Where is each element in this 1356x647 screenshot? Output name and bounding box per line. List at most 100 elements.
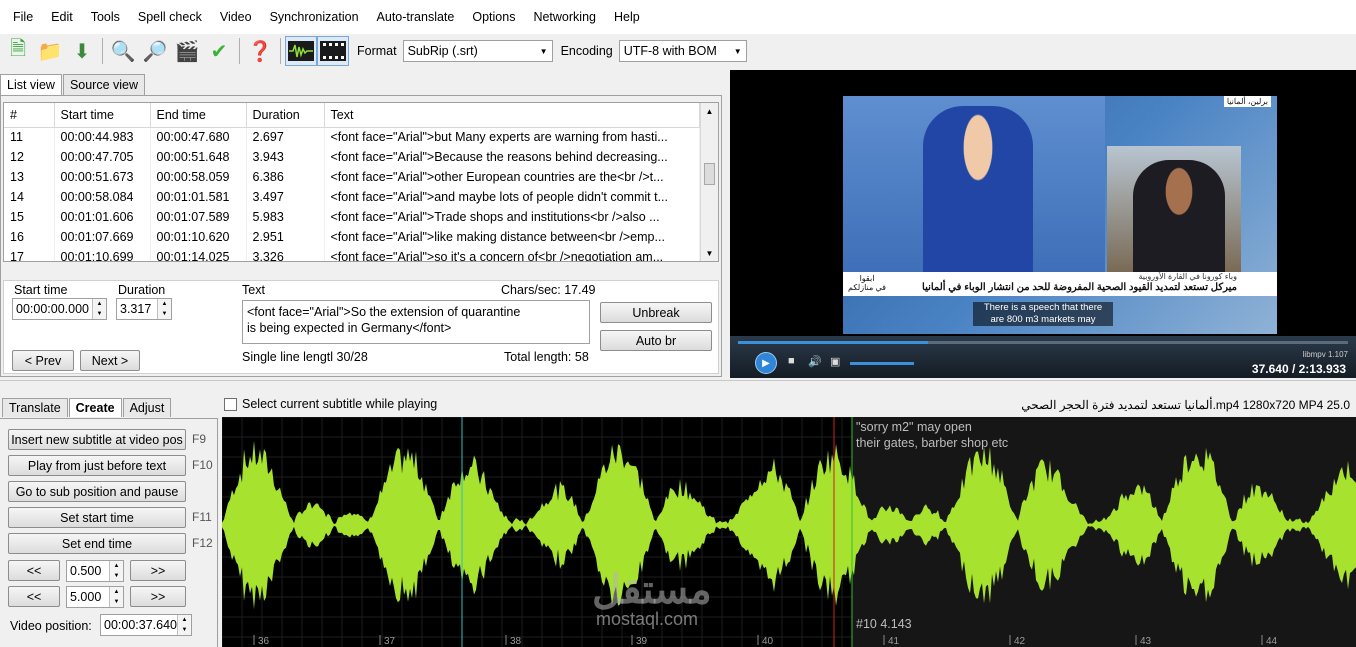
table-row[interactable]: 15 00:01:01.606 00:01:07.589 5.983 <font fac… [4,207,700,227]
scroll-thumb[interactable] [704,163,715,185]
tab-adjust[interactable]: Adjust [122,398,172,417]
time-ruler-label: 37 [384,636,396,647]
menu-auto-translate[interactable]: Auto-translate [368,0,464,34]
fullscreen-icon[interactable]: ▣ [830,355,840,368]
stop-icon[interactable]: ■ [788,355,795,367]
spinner-icon[interactable]: ▲ ▼ [177,615,191,635]
column-header-number[interactable]: # [4,103,55,128]
open-folder-icon[interactable]: 📁 [34,36,66,66]
menu-tools[interactable]: Tools [82,0,129,34]
menu-spell-check[interactable]: Spell check [129,0,211,34]
table-row[interactable]: 13 00:00:51.673 00:00:58.059 6.386 <font fac… [4,167,700,187]
cell-start-time: 00:01:10.699 [54,247,151,261]
text-label: Text [242,283,265,297]
video-position-input[interactable]: 00:00:37.640 ▲ ▼ [100,614,192,636]
table-row[interactable]: 16 00:01:07.669 00:01:10.620 2.951 <font fac… [4,227,700,247]
subtitle-text-line-1: <font face="Arial">So the extension of q… [247,305,521,319]
format-select[interactable]: SubRip (.srt) ▼ [402,40,553,62]
spell-check-icon[interactable]: ✔ [203,36,235,66]
menu-edit[interactable]: Edit [42,0,82,34]
play-before-text-button[interactable]: Play from just before text [8,455,186,476]
video-file-info: ألمانيا تستعد لتمديد فترة الحجر الصحي.mp… [1021,398,1350,412]
chevron-down-icon: ▼ [539,46,548,56]
waveform-toggle-icon[interactable] [285,36,317,66]
replace-icon[interactable]: 🔎 [139,36,171,66]
waveform-canvas[interactable]: 36 37 38 39 40 41 42 43 44 [222,417,1356,647]
help-icon[interactable]: ❓ [244,36,276,66]
search-icon[interactable]: 🔍 [107,36,139,66]
time-ruler-label: 38 [510,636,522,647]
spinner-icon[interactable]: ▲ ▼ [109,561,123,581]
auto-br-button[interactable]: Auto br [600,330,712,351]
cell-duration: 6.386 [246,167,325,187]
cell-number: 11 [4,127,55,147]
prev-button[interactable]: < Prev [12,350,74,371]
menu-options[interactable]: Options [463,0,524,34]
cell-end-time: 00:01:01.581 [150,187,247,207]
scroll-down-icon[interactable]: ▼ [701,245,718,261]
column-header-start-time[interactable]: Start time [54,103,151,128]
table-row[interactable]: 17 00:01:10.699 00:01:14.025 3.326 <font fac… [4,247,700,261]
watermark: مستقل [592,568,712,612]
insert-new-subtitle-button[interactable]: Insert new subtitle at video pos [8,429,186,450]
video-toggle-icon[interactable] [317,36,349,66]
scroll-up-icon[interactable]: ▲ [701,103,718,119]
column-header-text[interactable]: Text [324,103,700,128]
tab-translate[interactable]: Translate [2,398,68,417]
tab-list-view[interactable]: List view [0,74,62,96]
table-row[interactable]: 11 00:00:44.983 00:00:47.680 2.697 <font fac… [4,127,700,147]
next-button[interactable]: Next > [80,350,140,371]
column-header-end-time[interactable]: End time [150,103,247,128]
grid-scrollbar[interactable]: ▲ ▼ [700,103,718,261]
forward-small-button[interactable]: >> [130,560,186,581]
unbreak-button[interactable]: Unbreak [600,302,712,323]
duration-input[interactable]: 3.317 ▲ ▼ [116,298,172,320]
select-current-option[interactable]: Select current subtitle while playing [224,397,437,411]
insert-shortcut: F9 [192,432,207,446]
table-row[interactable]: 12 00:00:47.705 00:00:51.648 3.943 <font fac… [4,147,700,167]
back-large-button[interactable]: << [8,586,60,607]
volume-slider[interactable] [850,362,914,365]
encoding-select[interactable]: UTF-8 with BOM ▼ [618,40,747,62]
waveform-subtitle-line-1: "sorry m2" may open [856,420,972,434]
video-person-left [923,106,1033,272]
column-header-duration[interactable]: Duration [246,103,325,128]
tab-create[interactable]: Create [68,398,122,417]
tab-source-view[interactable]: Source view [62,74,146,96]
create-panel: Insert new subtitle at video pos F9 Play… [0,418,218,647]
ticker-small-text: وباء كورونا في القارة الأوروبية [1138,272,1237,281]
menu-synchronization[interactable]: Synchronization [261,0,368,34]
audio-waveform[interactable]: 36 37 38 39 40 41 42 43 44 "sorry m2" may open t… [222,417,1356,647]
new-file-icon[interactable]: 🗎 [2,36,34,66]
start-time-input[interactable]: 00:00:00.000 ▲ ▼ [12,298,107,320]
waveform-subtitle-index: #10 4.143 [856,617,912,631]
logo-line-1: ابقوا [859,274,875,283]
video-subtitle: There is a speech that there are 800 m3 … [973,302,1113,326]
volume-icon[interactable]: 🔊 [808,355,822,368]
pane-divider[interactable] [0,380,1356,381]
table-row[interactable]: 14 00:00:58.084 00:01:01.581 3.497 <font fac… [4,187,700,207]
menu-help[interactable]: Help [605,0,649,34]
video-player[interactable]: برلين، ألمانيا ابقوا في منازلكم وباء كور… [730,70,1356,378]
spinner-icon[interactable]: ▲ ▼ [92,299,106,319]
view-tabs: List view Source view [0,74,146,96]
forward-large-button[interactable]: >> [130,586,186,607]
menu-networking[interactable]: Networking [524,0,605,34]
back-small-button[interactable]: << [8,560,60,581]
large-step-input[interactable]: 5.000 ▲ ▼ [66,586,124,608]
small-step-input[interactable]: 0.500 ▲ ▼ [66,560,124,582]
play-icon[interactable]: ▶ [755,352,777,374]
ticker-main-text: ميركل تستعد لتمديد القيود الصحية المفروض… [922,282,1237,293]
spinner-icon[interactable]: ▲ ▼ [157,299,171,319]
set-end-time-button[interactable]: Set end time [8,533,186,554]
spinner-icon[interactable]: ▲ ▼ [109,587,123,607]
go-to-sub-button[interactable]: Go to sub position and pause [8,481,186,502]
set-start-time-button[interactable]: Set start time [8,507,186,528]
save-download-icon[interactable]: ⬇ [66,36,98,66]
subtitle-text-input[interactable]: <font face="Arial">So the extension of q… [242,300,590,344]
menu-file[interactable]: File [4,0,42,34]
select-current-checkbox[interactable] [224,397,237,411]
cell-number: 13 [4,167,55,187]
menu-video[interactable]: Video [211,0,261,34]
visual-sync-icon[interactable]: 🎬 [171,36,203,66]
